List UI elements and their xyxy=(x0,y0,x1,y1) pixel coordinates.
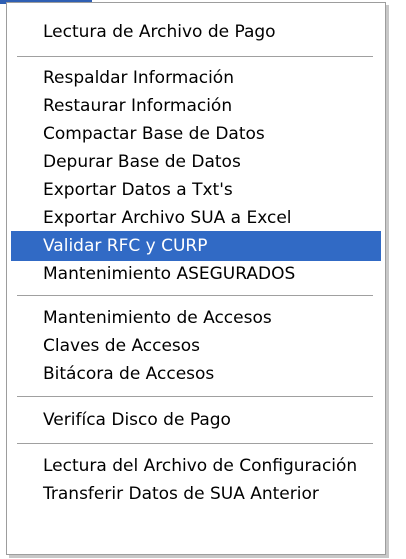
menu-item-label: Bitácora de Accesos xyxy=(43,364,215,384)
dropdown-menu: Lectura de Archivo de Pago Respaldar Inf… xyxy=(6,2,386,555)
menu-item-label: Exportar Datos a Txt's xyxy=(43,180,233,200)
menu-item-label: Validar RFC y CURP xyxy=(43,236,208,256)
menu-item-label: Mantenimiento de Accesos xyxy=(43,308,272,328)
menu-item-mantenimiento-accesos[interactable]: Mantenimiento de Accesos xyxy=(11,303,381,333)
menu-item-compactar-base-datos[interactable]: Compactar Base de Datos xyxy=(11,119,381,149)
menu-item-exportar-archivo-sua-excel[interactable]: Exportar Archivo SUA a Excel xyxy=(11,203,381,233)
menu-item-bitacora-accesos[interactable]: Bitácora de Accesos xyxy=(11,359,381,389)
menu-item-label: Lectura del Archivo de Configuración xyxy=(43,456,358,476)
menu-separator xyxy=(17,396,373,398)
menu-item-restaurar-informacion[interactable]: Restaurar Información xyxy=(11,91,381,121)
menu-item-claves-accesos[interactable]: Claves de Accesos xyxy=(11,331,381,361)
menu-item-label: Transferir Datos de SUA Anterior xyxy=(43,484,319,504)
menu-item-label: Verifíca Disco de Pago xyxy=(43,410,231,430)
menu-item-label: Depurar Base de Datos xyxy=(43,152,241,172)
menu-item-depurar-base-datos[interactable]: Depurar Base de Datos xyxy=(11,147,381,177)
menu-item-respaldar-informacion[interactable]: Respaldar Información xyxy=(11,63,381,93)
menu-separator xyxy=(17,56,373,58)
menu-separator xyxy=(17,443,373,445)
menu-item-verifica-disco-pago[interactable]: Verifíca Disco de Pago xyxy=(11,405,381,435)
menu-item-label: Exportar Archivo SUA a Excel xyxy=(43,208,292,228)
screen: Lectura de Archivo de Pago Respaldar Inf… xyxy=(0,0,406,559)
menu-separator xyxy=(17,295,373,297)
menu-item-validar-rfc-curp[interactable]: Validar RFC y CURP xyxy=(11,231,381,261)
menu-item-transferir-datos-sua[interactable]: Transferir Datos de SUA Anterior xyxy=(11,479,381,509)
menu-item-label: Compactar Base de Datos xyxy=(43,124,265,144)
menu-item-mantenimiento-asegurados[interactable]: Mantenimiento ASEGURADOS xyxy=(11,259,381,289)
menu-item-lectura-archivo-configuracion[interactable]: Lectura del Archivo de Configuración xyxy=(11,451,381,481)
menu-item-label: Mantenimiento ASEGURADOS xyxy=(43,264,296,284)
menu-item-label: Respaldar Información xyxy=(43,68,234,88)
menu-item-exportar-datos-txt[interactable]: Exportar Datos a Txt's xyxy=(11,175,381,205)
menu-item-lectura-archivo-pago[interactable]: Lectura de Archivo de Pago xyxy=(11,17,381,47)
menu-item-label: Claves de Accesos xyxy=(43,336,201,356)
menu-item-label: Restaurar Información xyxy=(43,96,233,116)
menu-item-label: Lectura de Archivo de Pago xyxy=(43,22,276,42)
